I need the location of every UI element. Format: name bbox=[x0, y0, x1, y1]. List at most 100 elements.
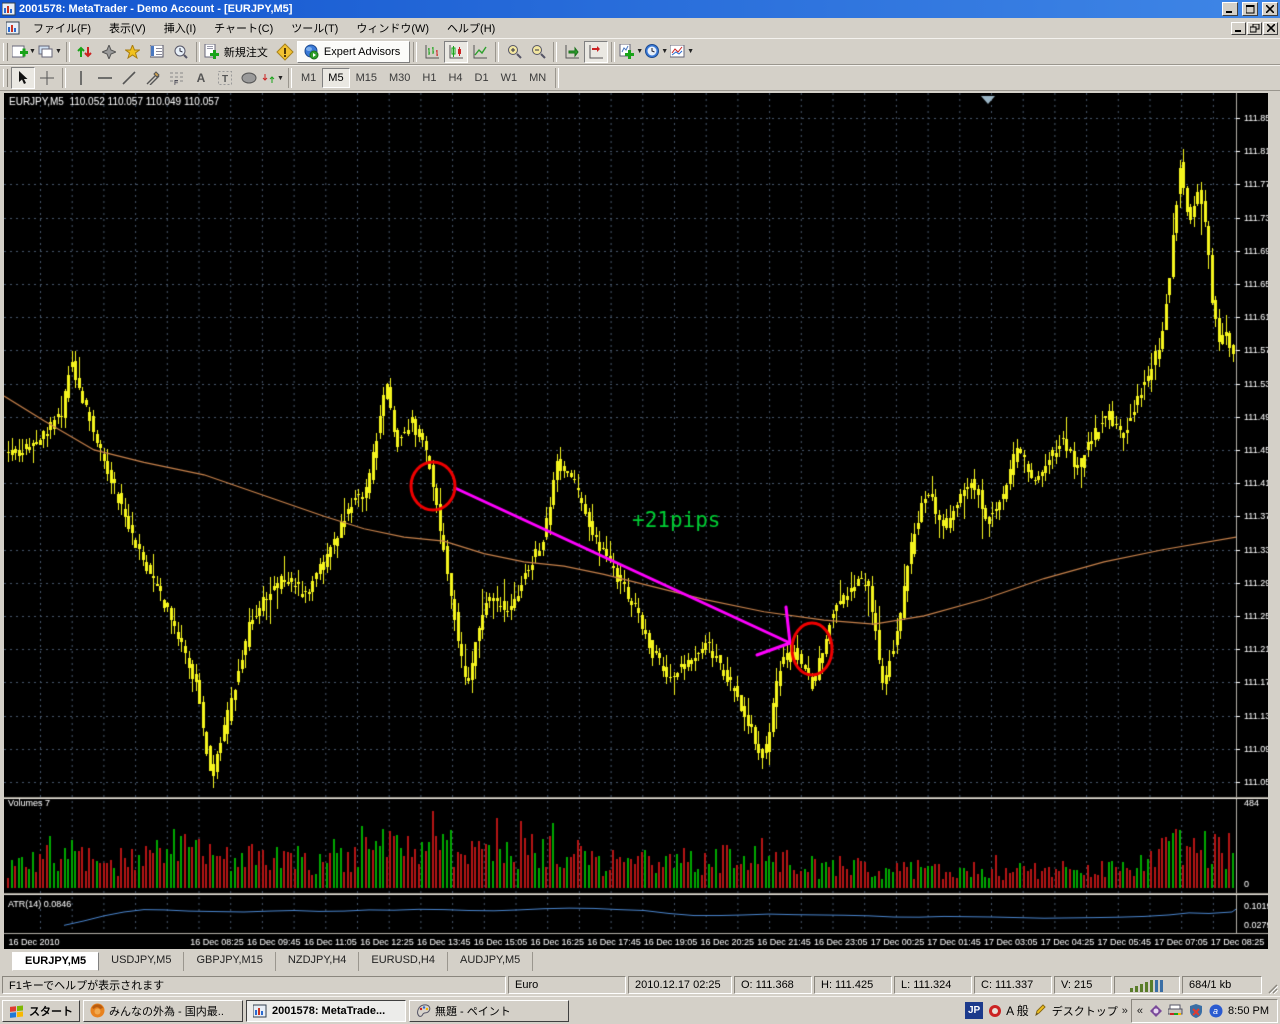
minimize-button[interactable] bbox=[1222, 2, 1238, 16]
status-bar: F1キーでヘルプが表示されます Euro 2010.12.17 02:25 O:… bbox=[0, 974, 1280, 996]
menu-item-6[interactable]: ヘルプ(H) bbox=[438, 18, 504, 38]
price-chart-canvas[interactable] bbox=[4, 93, 1268, 949]
zoom-out-button[interactable] bbox=[526, 41, 550, 63]
menu-item-5[interactable]: ウィンドウ(W) bbox=[347, 18, 438, 38]
auto-scroll-button[interactable] bbox=[560, 41, 584, 63]
status-bar-datetime: 2010.12.17 02:25 bbox=[628, 976, 732, 994]
ime-pen-icon[interactable] bbox=[1033, 1003, 1048, 1018]
desktop-toolbar-label[interactable]: デスクトップ bbox=[1052, 1003, 1118, 1019]
zoom-in-button[interactable] bbox=[502, 41, 526, 63]
child-close-button[interactable] bbox=[1263, 22, 1278, 35]
status-traffic: 684/1 kb bbox=[1182, 976, 1262, 994]
dropdown-arrow-icon: ▼ bbox=[55, 48, 62, 55]
expert-advisors-button[interactable]: Expert Advisors bbox=[297, 41, 410, 63]
taskbar-item-label: みんなの外為 - 国内最.. bbox=[109, 1003, 224, 1019]
tray-app-icon[interactable] bbox=[1148, 1003, 1163, 1018]
dropdown-arrow-icon: ▼ bbox=[661, 48, 668, 55]
timeframe-button-M30[interactable]: M30 bbox=[383, 68, 416, 88]
chevron-right-icon[interactable]: » bbox=[1122, 1005, 1128, 1017]
channel-tool-button[interactable] bbox=[141, 67, 165, 89]
paint-icon bbox=[416, 1003, 431, 1018]
child-restore-button[interactable] bbox=[1247, 22, 1262, 35]
dropdown-arrow-icon: ▼ bbox=[29, 48, 36, 55]
ime-tool-icon[interactable] bbox=[987, 1003, 1002, 1018]
toolbar-handle[interactable] bbox=[3, 43, 8, 61]
cursor-tool-button[interactable] bbox=[11, 67, 35, 89]
title-bar: 2001578: MetaTrader - Demo Account - [EU… bbox=[0, 0, 1280, 18]
system-tray: « a 8:50 PM bbox=[1131, 999, 1278, 1023]
profiles-button[interactable]: ▼ bbox=[37, 41, 63, 63]
metatrader-icon bbox=[253, 1004, 268, 1018]
timeframe-button-MN[interactable]: MN bbox=[523, 68, 552, 88]
child-minimize-button[interactable] bbox=[1231, 22, 1246, 35]
timeframe-button-H1[interactable]: H1 bbox=[416, 68, 442, 88]
tray-printer-icon[interactable] bbox=[1168, 1003, 1183, 1018]
ime-language-indicator[interactable]: JP bbox=[965, 1002, 983, 1019]
tray-security-alert-icon[interactable] bbox=[1188, 1003, 1203, 1018]
fibonacci-tool-button[interactable]: F bbox=[165, 67, 189, 89]
text-tool-button[interactable]: A bbox=[189, 67, 213, 89]
timeframe-button-M1[interactable]: M1 bbox=[295, 68, 322, 88]
alert-warning-icon[interactable] bbox=[273, 41, 297, 63]
chevron-left-icon[interactable]: « bbox=[1137, 1005, 1143, 1017]
timeframe-button-M15[interactable]: M15 bbox=[350, 68, 383, 88]
templates-button[interactable]: ▼ bbox=[669, 41, 695, 63]
status-high-price: H: 111.425 bbox=[814, 976, 892, 994]
menu-item-0[interactable]: ファイル(F) bbox=[24, 18, 100, 38]
menu-item-2[interactable]: 挿入(I) bbox=[155, 18, 205, 38]
resize-grip[interactable] bbox=[1264, 976, 1278, 994]
bar-chart-mode-button[interactable] bbox=[420, 41, 444, 63]
toolbar-handle[interactable] bbox=[3, 69, 8, 87]
chart-shift-button[interactable] bbox=[584, 41, 608, 63]
tray-globe-icon[interactable]: a bbox=[1208, 1003, 1223, 1018]
timeframe-button-W1[interactable]: W1 bbox=[495, 68, 524, 88]
menu-item-3[interactable]: チャート(C) bbox=[205, 18, 282, 38]
periods-button[interactable]: ▼ bbox=[644, 41, 669, 63]
taskbar-item-paint[interactable]: 無題 - ペイント bbox=[409, 1000, 569, 1022]
status-help-text: F1キーでヘルプが表示されます bbox=[2, 976, 506, 994]
text-label-tool-button[interactable]: T bbox=[213, 67, 237, 89]
timeframe-button-D1[interactable]: D1 bbox=[469, 68, 495, 88]
chart-tab-EURUSD,H4[interactable]: EURUSD,H4 bbox=[359, 952, 448, 971]
close-button[interactable] bbox=[1262, 2, 1278, 16]
menu-item-4[interactable]: ツール(T) bbox=[282, 18, 347, 38]
shapes-tool-button[interactable] bbox=[237, 67, 261, 89]
start-button[interactable]: スタート bbox=[2, 1000, 80, 1022]
vertical-line-tool-button[interactable] bbox=[69, 67, 93, 89]
chart-tab-NZDJPY,H4[interactable]: NZDJPY,H4 bbox=[276, 952, 359, 971]
taskbar-item-firefox[interactable]: みんなの外為 - 国内最.. bbox=[83, 1000, 243, 1022]
trendline-tool-button[interactable] bbox=[117, 67, 141, 89]
status-volume: V: 215 bbox=[1054, 976, 1112, 994]
chart-tab-AUDJPY,M5[interactable]: AUDJPY,M5 bbox=[448, 952, 533, 971]
strategy-tester-button[interactable] bbox=[169, 41, 193, 63]
ime-input-mode[interactable]: A 般 bbox=[1006, 1002, 1029, 1019]
line-studies-toolbar: F A T ▼ M1M5M15M30H1H4D1W1MN bbox=[0, 65, 1280, 91]
maximize-button[interactable] bbox=[1242, 2, 1258, 16]
taskbar-item-metatrader[interactable]: 2001578: MetaTrade... bbox=[246, 1000, 406, 1022]
candlestick-mode-button[interactable] bbox=[444, 41, 468, 63]
chart-tab-EURJPY,M5[interactable]: EURJPY,M5 bbox=[12, 952, 99, 971]
taskbar-clock[interactable]: 8:50 PM bbox=[1228, 1005, 1269, 1017]
line-chart-mode-button[interactable] bbox=[468, 41, 492, 63]
ime-language-bar: JP A 般 デスクトップ » bbox=[965, 1002, 1128, 1019]
data-window-button[interactable] bbox=[145, 41, 169, 63]
text-tool-glyph: A bbox=[197, 72, 206, 84]
windows-logo-icon bbox=[9, 1003, 25, 1018]
crosshair-tool-button[interactable] bbox=[35, 67, 59, 89]
market-watch-button[interactable] bbox=[73, 41, 97, 63]
menu-item-1[interactable]: 表示(V) bbox=[100, 18, 155, 38]
navigator-button[interactable] bbox=[97, 41, 121, 63]
horizontal-line-tool-button[interactable] bbox=[93, 67, 117, 89]
taskbar-item-label: 無題 - ペイント bbox=[435, 1003, 511, 1019]
new-order-button[interactable]: 新規注文 bbox=[203, 41, 273, 63]
status-open-price: O: 111.368 bbox=[734, 976, 812, 994]
timeframe-button-H4[interactable]: H4 bbox=[442, 68, 468, 88]
favorites-button[interactable] bbox=[121, 41, 145, 63]
chart-tab-GBPJPY,M15[interactable]: GBPJPY,M15 bbox=[184, 952, 275, 971]
indicators-button[interactable]: ▼ bbox=[618, 41, 644, 63]
chart-tab-USDJPY,M5[interactable]: USDJPY,M5 bbox=[99, 952, 184, 971]
new-chart-button[interactable]: ▼ bbox=[11, 41, 37, 63]
arrows-tool-button[interactable]: ▼ bbox=[261, 67, 285, 89]
toolbar-separator bbox=[495, 42, 499, 62]
timeframe-button-M5[interactable]: M5 bbox=[322, 68, 349, 88]
